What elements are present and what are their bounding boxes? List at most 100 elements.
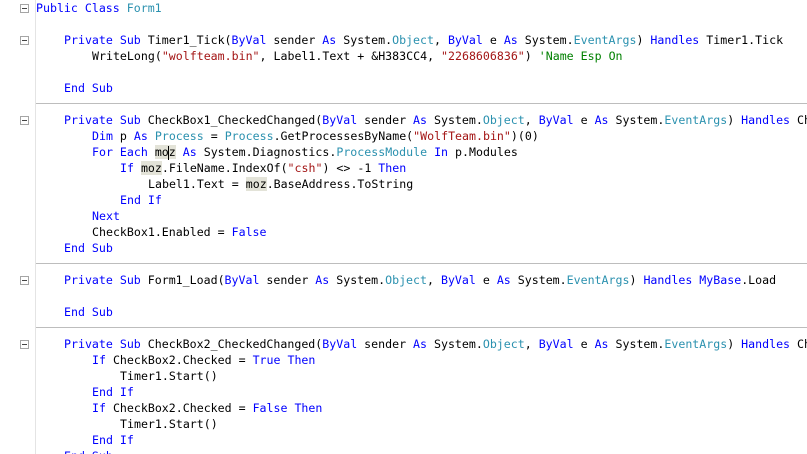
code-token: End Sub <box>64 81 113 95</box>
code-token: ProcessModule <box>336 145 428 159</box>
collapse-icon[interactable] <box>20 276 29 285</box>
code-line[interactable]: End If <box>92 432 134 448</box>
procedure-separator <box>36 263 807 264</box>
code-token: If <box>92 401 106 415</box>
code-token: ) <box>524 49 539 63</box>
code-token: As <box>503 33 518 47</box>
code-line[interactable]: End Sub <box>64 304 113 320</box>
code-token: Ch <box>797 113 807 127</box>
code-token: Object <box>482 337 525 351</box>
code-token: Object <box>482 113 525 127</box>
code-token: , <box>427 273 441 287</box>
code-token: ByVal <box>538 337 574 351</box>
code-line[interactable]: If CheckBox2.Checked = False Then <box>92 400 322 416</box>
code-token: Timer1.Tick <box>699 33 784 47</box>
code-token: As <box>315 273 330 287</box>
collapse-icon[interactable] <box>20 4 29 13</box>
code-line[interactable]: Private Sub Timer1_Tick(ByVal sender As … <box>64 32 783 48</box>
collapse-icon[interactable] <box>20 116 29 125</box>
code-token: , <box>433 33 448 47</box>
code-token: e <box>482 33 504 47</box>
editor-margin <box>0 0 28 454</box>
code-token: WriteLong( <box>92 49 162 63</box>
code-token: sender <box>357 337 414 351</box>
code-token: e <box>573 337 595 351</box>
code-token: Process <box>154 129 204 143</box>
code-token: Then <box>287 353 316 367</box>
code-token: moz <box>245 177 267 191</box>
code-token: Then <box>378 161 407 175</box>
code-token: As <box>496 273 511 287</box>
code-line[interactable]: CheckBox1.Enabled = False <box>92 224 267 240</box>
code-token: p <box>112 129 134 143</box>
code-editor[interactable]: Public Class Form1 Private Sub Timer1_Tic… <box>0 0 807 454</box>
code-line[interactable]: If CheckBox2.Checked = True Then <box>92 352 315 368</box>
code-token: ) <> -1 <box>322 161 379 175</box>
code-token: If <box>92 353 106 367</box>
code-token: End Sub <box>64 449 113 454</box>
code-token: Handles <box>741 113 791 127</box>
code-token: EventArgs <box>566 273 630 287</box>
code-token: Timer1.Start() <box>120 369 218 383</box>
code-line[interactable]: WriteLong("wolfteam.bin", Label1.Text + … <box>92 48 623 64</box>
code-token: Public Class <box>36 1 127 15</box>
code-token: moz <box>140 161 162 175</box>
code-line[interactable]: Timer1.Start() <box>120 416 218 432</box>
procedure-separator <box>36 103 807 104</box>
code-token: End If <box>120 193 162 207</box>
code-line[interactable]: Public Class Form1 <box>36 0 162 16</box>
code-token: Private Sub <box>64 33 148 47</box>
code-token: Object <box>385 273 427 287</box>
code-token: System. <box>427 113 483 127</box>
collapse-icon[interactable] <box>20 340 29 349</box>
code-token: End If <box>92 433 134 447</box>
code-line[interactable]: Label1.Text = moz.BaseAddress.ToString <box>148 176 413 192</box>
code-line[interactable]: Private Sub CheckBox1_CheckedChanged(ByV… <box>64 112 807 128</box>
code-token: z <box>168 145 176 159</box>
code-line[interactable]: End Sub <box>64 80 113 96</box>
code-line[interactable]: Private Sub Form1_Load(ByVal sender As S… <box>64 272 776 288</box>
code-token: ByVal <box>231 33 267 47</box>
code-token: Object <box>392 33 434 47</box>
code-line[interactable]: End Sub <box>64 240 113 256</box>
code-line[interactable]: Dim p As Process = Process.GetProcessesB… <box>92 128 539 144</box>
code-token: End Sub <box>64 241 113 255</box>
code-token: Handles <box>741 337 791 351</box>
code-token: Ch <box>797 337 807 351</box>
code-line[interactable]: End Sub <box>64 448 113 454</box>
code-token: As <box>594 337 609 351</box>
code-token: CheckBox2.Checked = <box>105 353 253 367</box>
code-token: ByVal <box>322 113 358 127</box>
code-line[interactable]: For Each moz As System.Diagnostics.Proce… <box>92 144 518 160</box>
code-line[interactable]: Private Sub CheckBox2_CheckedChanged(ByV… <box>64 336 807 352</box>
code-token: CheckBox2_CheckedChanged( <box>147 337 323 351</box>
code-token: CheckBox1_CheckedChanged( <box>147 113 323 127</box>
code-token: False <box>252 401 288 415</box>
code-token: = <box>203 129 225 143</box>
code-token: Private Sub <box>64 337 148 351</box>
code-token: , Label1.Text + &H383CC4, <box>259 49 442 63</box>
code-token: , <box>524 113 539 127</box>
code-token: Then <box>294 401 323 415</box>
collapse-icon[interactable] <box>20 36 29 45</box>
code-line[interactable]: Next <box>92 208 120 224</box>
code-token: "2268606836" <box>441 49 525 63</box>
code-token: ) <box>629 273 644 287</box>
code-token: "wolfteam.bin" <box>161 49 260 63</box>
code-token: System. <box>427 337 483 351</box>
code-token: As <box>413 113 427 127</box>
code-token: EventArgs <box>664 337 728 351</box>
code-token: As <box>133 129 148 143</box>
code-token: Form1 <box>126 1 162 15</box>
code-token: .GetProcessesByName( <box>273 129 414 143</box>
code-line[interactable]: End If <box>120 192 162 208</box>
code-token: System. <box>510 273 567 287</box>
code-token: "csh" <box>287 161 323 175</box>
code-line[interactable]: End If <box>92 384 134 400</box>
code-token: ByVal <box>322 337 358 351</box>
code-token: CheckBox2.Checked = <box>105 401 253 415</box>
code-line[interactable]: Timer1.Start() <box>120 368 218 384</box>
code-line[interactable]: If moz.FileName.IndexOf("csh") <> -1 The… <box>120 160 406 176</box>
code-token: 'Name Esp On <box>538 49 623 63</box>
code-token: p.Modules <box>448 145 518 159</box>
